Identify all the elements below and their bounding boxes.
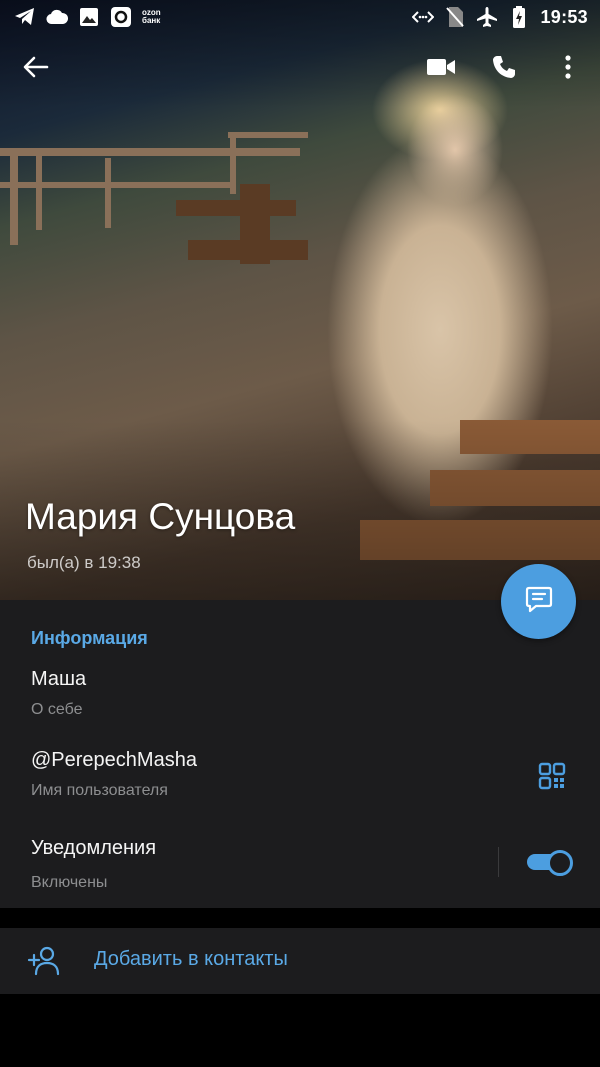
video-call-button[interactable] [419, 47, 463, 91]
phone-icon [491, 54, 517, 85]
add-to-contacts-label: Добавить в контакты [94, 948, 288, 970]
qr-code-button[interactable] [538, 762, 566, 790]
last-seen-status: был(а) в 19:38 [27, 553, 141, 572]
data-transfer-icon [412, 6, 435, 28]
ozon-bank-logo-icon [110, 6, 132, 28]
arrow-left-icon [23, 56, 49, 83]
add-person-icon [27, 944, 61, 978]
notifications-toggle[interactable] [527, 850, 573, 876]
notifications-title: Уведомления [31, 837, 157, 859]
gallery-icon [78, 6, 100, 28]
add-to-contacts-button[interactable]: Добавить в контакты [0, 928, 600, 994]
voice-call-button[interactable] [482, 47, 526, 91]
row-divider [498, 847, 499, 877]
battery-charging-icon [508, 6, 530, 28]
status-bar: ozon банк 19:53 [0, 0, 600, 34]
notifications-status: Включены [31, 874, 108, 891]
back-button[interactable] [14, 47, 58, 91]
bio-value: Маша [31, 668, 87, 690]
profile-name: Мария Сунцова [25, 496, 296, 537]
status-time: 19:53 [540, 6, 588, 27]
bio-label: О себе [31, 701, 83, 718]
ozon-bank-label: ozon банк [142, 8, 161, 25]
username-label: Имя пользователя [31, 782, 168, 799]
airplane-mode-icon [476, 6, 498, 28]
more-options-button[interactable] [546, 47, 590, 91]
top-bar [0, 44, 600, 94]
username-value: @PerepechMasha [31, 749, 197, 771]
telegram-icon [14, 6, 36, 28]
more-vertical-icon [564, 54, 572, 84]
cloud-icon [46, 6, 68, 28]
video-camera-icon [426, 57, 456, 82]
qr-code-icon [538, 762, 566, 794]
no-sim-icon [444, 6, 466, 28]
info-heading: Информация [31, 628, 148, 648]
info-section: Информация Маша О себе @PerepechMasha Им… [0, 600, 600, 908]
send-message-button[interactable] [501, 564, 576, 639]
chat-bubble-icon [524, 584, 554, 619]
